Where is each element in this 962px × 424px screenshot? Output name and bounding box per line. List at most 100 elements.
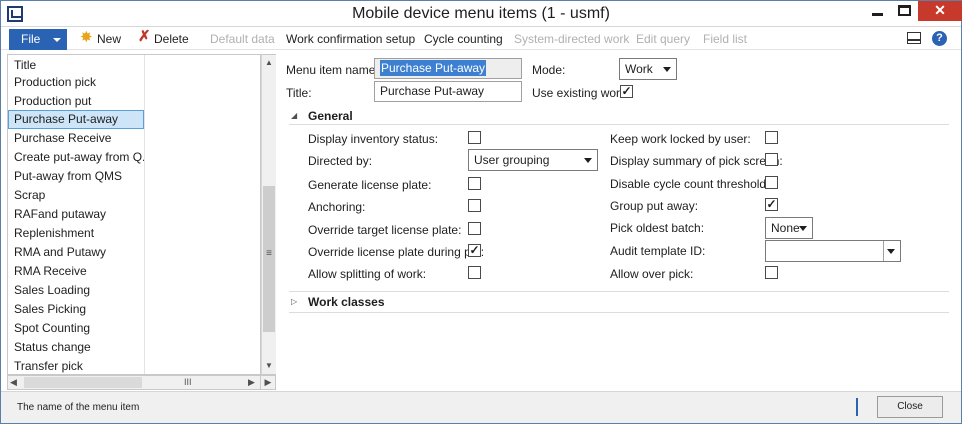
- scroll-thumb[interactable]: [263, 186, 275, 332]
- action-pane: File ✸ New ✗ Delete Default data Work co…: [1, 28, 961, 50]
- minimize-icon: [872, 13, 883, 16]
- help-icon[interactable]: ?: [932, 31, 947, 46]
- status-help-text: The name of the menu item: [17, 402, 140, 413]
- mode-label: Mode:: [532, 63, 566, 77]
- close-icon: ✕: [934, 2, 946, 18]
- allow-over-pick-checkbox[interactable]: [765, 266, 778, 279]
- menu-item-name-label: Menu item name:: [286, 63, 379, 77]
- override-license-plate-during-put-label: Override license plate during put:: [308, 245, 485, 259]
- group-put-away-checkbox[interactable]: ✓: [765, 198, 778, 211]
- display-inventory-status-label: Display inventory status:: [308, 132, 439, 146]
- list-item[interactable]: Replenishment: [8, 224, 144, 243]
- list-item[interactable]: RMA Receive: [8, 262, 144, 281]
- pick-oldest-batch-label: Pick oldest batch:: [610, 221, 705, 235]
- general-section-title: General: [308, 109, 353, 123]
- keep-work-locked-label: Keep work locked by user:: [610, 132, 751, 146]
- display-summary-label: Display summary of pick screen:: [610, 154, 783, 168]
- system-directed-work-button[interactable]: System-directed work: [514, 32, 629, 46]
- override-license-plate-during-put-checkbox[interactable]: ✓: [468, 244, 481, 257]
- chevron-down-icon: [663, 67, 671, 72]
- generate-license-plate-label: Generate license plate:: [308, 178, 432, 192]
- directed-by-dropdown[interactable]: User grouping: [468, 149, 598, 171]
- directed-by-label: Directed by:: [308, 154, 373, 168]
- list-item[interactable]: Put-away from QMS: [8, 167, 144, 186]
- title-bar: Mobile device menu items (1 - usmf) ✕: [1, 1, 962, 27]
- edit-query-button[interactable]: Edit query: [636, 32, 690, 46]
- pick-oldest-batch-dropdown[interactable]: None: [765, 217, 813, 239]
- override-target-license-plate-label: Override target license plate:: [308, 223, 462, 237]
- maximize-icon: [898, 5, 911, 16]
- list-item[interactable]: RMA and Putawy: [8, 243, 144, 262]
- mobile-device-menu-items-window: Mobile device menu items (1 - usmf) ✕ Fi…: [0, 0, 962, 424]
- group-put-away-label: Group put away:: [610, 199, 699, 213]
- field-list-button[interactable]: Field list: [703, 32, 747, 46]
- list-item[interactable]: Create put-away from Q...: [8, 148, 144, 167]
- list-item[interactable]: Transfer pick: [8, 357, 144, 374]
- keep-work-locked-checkbox[interactable]: [765, 131, 778, 144]
- mode-dropdown[interactable]: Work: [619, 58, 677, 80]
- work-classes-section-title: Work classes: [308, 295, 385, 309]
- use-existing-work-checkbox[interactable]: ✓: [620, 85, 633, 98]
- chevron-down-icon: [799, 226, 807, 231]
- panel-layout-icon[interactable]: [907, 32, 921, 44]
- chevron-down-icon: [887, 249, 895, 254]
- list-item[interactable]: Sales Picking: [8, 300, 144, 319]
- minimize-button[interactable]: [864, 1, 891, 21]
- hscroll-track: [24, 377, 142, 388]
- menu-item-name-field[interactable]: Purchase Put-away: [374, 58, 522, 79]
- display-inventory-status-checkbox[interactable]: [468, 131, 481, 144]
- list-item[interactable]: Production put: [8, 92, 144, 111]
- scroll-left-icon[interactable]: ◀: [10, 376, 17, 389]
- display-summary-checkbox[interactable]: [765, 153, 778, 166]
- list-vertical-scrollbar[interactable]: ▲ ≡ ▼: [261, 54, 276, 375]
- close-button[interactable]: Close: [877, 396, 943, 418]
- collapse-triangle-icon: ◢: [291, 111, 298, 120]
- disable-cycle-count-thresholds-checkbox[interactable]: [765, 176, 778, 189]
- default-data-button[interactable]: Default data: [210, 32, 275, 46]
- menu-item-name-value: Purchase Put-away: [380, 60, 487, 76]
- scroll-right-icon[interactable]: ▶: [248, 376, 255, 389]
- scroll-grip-icon: ≡: [266, 248, 272, 259]
- title-field[interactable]: Purchase Put-away: [374, 81, 522, 102]
- file-menu-button[interactable]: File: [9, 29, 67, 50]
- anchoring-label: Anchoring:: [308, 200, 366, 214]
- audit-template-id-dropdown[interactable]: [765, 240, 901, 262]
- column-divider: [144, 55, 145, 374]
- list-item[interactable]: Status change: [8, 338, 144, 357]
- delete-button[interactable]: Delete: [154, 32, 189, 46]
- scroll-up-icon[interactable]: ▲: [262, 56, 276, 70]
- allow-splitting-of-work-label: Allow splitting of work:: [308, 267, 427, 281]
- status-bar: The name of the menu item Close: [1, 391, 961, 423]
- delete-x-icon: ✗: [138, 28, 151, 45]
- allow-splitting-of-work-checkbox[interactable]: [468, 266, 481, 279]
- list-item[interactable]: Spot Counting: [8, 319, 144, 338]
- new-button[interactable]: New: [97, 32, 121, 46]
- window-title: Mobile device menu items (1 - usmf): [352, 5, 610, 22]
- new-star-icon: ✸: [80, 29, 93, 46]
- section-divider: [289, 312, 949, 313]
- work-confirmation-setup-button[interactable]: Work confirmation setup: [286, 32, 415, 46]
- close-window-button[interactable]: ✕: [918, 1, 962, 21]
- override-target-license-plate-checkbox[interactable]: [468, 222, 481, 235]
- hscroll-grip-icon[interactable]: III: [184, 376, 192, 389]
- maximize-button[interactable]: [891, 1, 918, 21]
- expand-triangle-icon: ▷: [291, 297, 298, 306]
- pick-oldest-batch-value: None: [771, 221, 800, 235]
- anchoring-checkbox[interactable]: [468, 199, 481, 212]
- list-item-selected[interactable]: Purchase Put-away: [8, 110, 144, 129]
- scroll-down-icon[interactable]: ▼: [262, 359, 276, 373]
- chevron-down-icon: [53, 38, 61, 42]
- status-indicator: [856, 398, 858, 416]
- section-divider: [289, 124, 949, 125]
- cycle-counting-button[interactable]: Cycle counting: [424, 32, 503, 46]
- list-item[interactable]: Scrap: [8, 186, 144, 205]
- list-item[interactable]: Production pick: [8, 73, 144, 92]
- file-menu-label: File: [21, 32, 41, 46]
- list-item[interactable]: RAFand putaway: [8, 205, 144, 224]
- generate-license-plate-checkbox[interactable]: [468, 177, 481, 190]
- scroll-right-icon-corner[interactable]: ▶: [261, 375, 276, 390]
- list-horizontal-scrollbar[interactable]: ◀ III ▶: [7, 375, 261, 390]
- list-item[interactable]: Purchase Receive: [8, 129, 144, 148]
- mode-value: Work: [625, 62, 653, 76]
- list-item[interactable]: Sales Loading: [8, 281, 144, 300]
